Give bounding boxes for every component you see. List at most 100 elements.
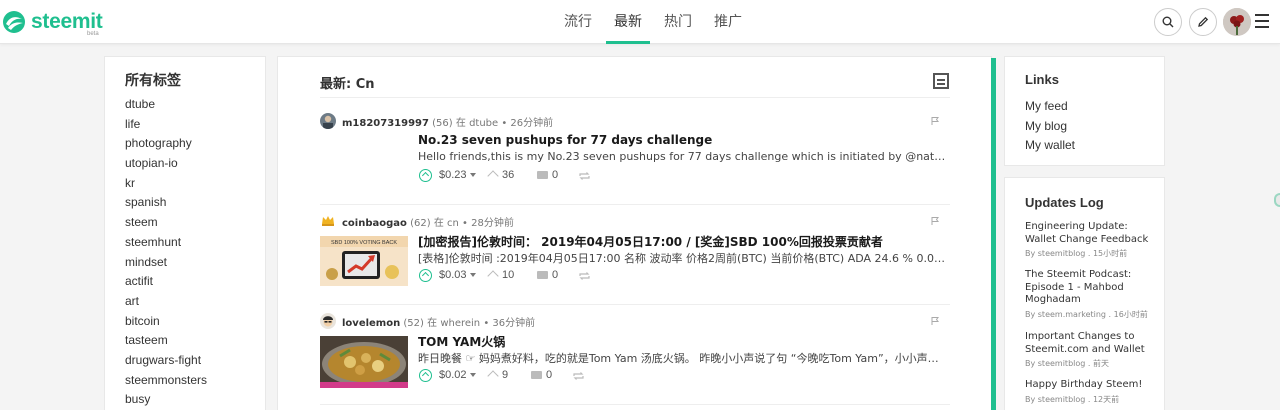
tag-item[interactable]: dtube [125, 95, 207, 115]
update-title[interactable]: Important Changes to Steemit.com and Wal… [1025, 331, 1155, 356]
update-title[interactable]: The Steemit Podcast: Episode 1 - Mahbod … [1025, 269, 1155, 307]
tag-item[interactable]: photography [125, 134, 207, 154]
write-post-button[interactable] [1189, 8, 1217, 36]
comments-count[interactable]: 0 [552, 269, 558, 281]
links-list: My feed My blog My wallet [1025, 97, 1075, 156]
update-item: The Steemit Podcast: Episode 1 - Mahbod … [1025, 269, 1155, 320]
post-title[interactable]: No.23 seven pushups for 77 days challeng… [418, 133, 712, 147]
post-thumbnail[interactable]: SBD 100% VOTING BACK [320, 236, 408, 286]
payout-value: $0.03 [439, 269, 467, 281]
hamburger-menu-icon[interactable] [1255, 14, 1269, 28]
comments-count[interactable]: 0 [546, 369, 552, 381]
tag-item[interactable]: tasteem [125, 331, 207, 351]
search-button[interactable] [1154, 8, 1182, 36]
comment-icon[interactable] [537, 171, 548, 179]
votes-count[interactable]: 9 [502, 369, 508, 381]
post-item: m18207319997 (56) 在 dtube • 26分钟前 No.23 … [320, 109, 950, 205]
tag-item[interactable]: kr [125, 174, 207, 194]
post-meta: coinbaogao (62) 在 cn • 28分钟前 [342, 214, 514, 229]
nav-hot[interactable]: 热门 [656, 0, 700, 44]
upvote-icon[interactable] [419, 369, 432, 382]
caret-down-icon [469, 273, 476, 278]
in-label: 在 [455, 118, 466, 129]
edge-scroll-handle[interactable] [1274, 193, 1280, 207]
post-title[interactable]: [加密报告]伦敦时间： 2019年04月05日17:00 / [奖金]SBD 1… [418, 233, 883, 250]
beta-label: beta [87, 31, 99, 37]
reblog-icon[interactable] [573, 371, 584, 381]
reblog-icon[interactable] [579, 271, 590, 281]
author-reputation: (52) [403, 318, 424, 329]
tag-item[interactable]: steemmonsters [125, 371, 207, 391]
post-category[interactable]: cn [447, 218, 459, 229]
upvote-icon[interactable] [419, 169, 432, 182]
flag-icon[interactable] [930, 216, 940, 226]
pencil-icon [1198, 16, 1209, 27]
tag-item[interactable]: bitcoin [125, 312, 207, 332]
author-name[interactable]: lovelemon [342, 318, 400, 329]
tag-item[interactable]: utopian-io [125, 154, 207, 174]
comments-count[interactable]: 0 [552, 169, 558, 181]
tags-sidebar: 所有标签 dtube life photography utopian-io k… [104, 56, 266, 410]
update-meta: By steemitblog . 15小时前 [1025, 249, 1128, 258]
author-avatar[interactable] [320, 213, 336, 229]
thumbnail-image: SBD 100% VOTING BACK [320, 236, 408, 286]
tag-item[interactable]: spanish [125, 193, 207, 213]
update-item: Important Changes to Steemit.com and Wal… [1025, 331, 1155, 369]
post-age: • 26分钟前 [501, 118, 554, 129]
upvote-icon[interactable] [419, 269, 432, 282]
author-name[interactable]: coinbaogao [342, 218, 407, 229]
post-thumbnail[interactable] [320, 336, 408, 388]
post-title[interactable]: TOM YAM火锅 [418, 333, 505, 350]
votes-icon [487, 370, 499, 382]
nav-trending[interactable]: 流行 [556, 0, 600, 44]
post-summary[interactable]: 昨日晚餐 ☞ 妈妈煮好料，吃的就是Tom Yam 汤底火锅。 昨晚小小声说了句 … [418, 350, 946, 366]
tag-item[interactable]: actifit [125, 272, 207, 292]
author-reputation: (56) [432, 118, 453, 129]
post-summary[interactable]: [表格]伦敦时间 :2019年04月05日17:00 名称 波动率 价格2周前(… [418, 250, 946, 266]
tag-item[interactable]: steemhunt [125, 233, 207, 253]
flag-icon[interactable] [930, 116, 940, 126]
payout-dropdown[interactable]: $0.03 [439, 269, 476, 281]
steemit-logo[interactable]: steemit beta [0, 8, 110, 38]
payout-dropdown[interactable]: $0.23 [439, 169, 476, 181]
comment-icon[interactable] [537, 271, 548, 279]
post-summary[interactable]: Hello friends,this is my No.23 seven pus… [418, 150, 946, 163]
tag-item[interactable]: mindset [125, 253, 207, 273]
update-title[interactable]: Engineering Update: Wallet Change Feedba… [1025, 221, 1155, 246]
comment-icon[interactable] [531, 371, 542, 379]
post-meta: lovelemon (52) 在 wherein • 36分钟前 [342, 314, 535, 329]
tag-item[interactable]: busy [125, 390, 207, 410]
tag-item[interactable]: life [125, 115, 207, 135]
in-label: 在 [433, 218, 444, 229]
author-avatar[interactable] [320, 313, 336, 329]
feed-panel: 最新: Cn m18207319997 (56) 在 dtube • 26分钟前… [277, 56, 992, 410]
votes-count[interactable]: 36 [502, 169, 514, 181]
author-avatar[interactable] [320, 113, 336, 129]
votes-count[interactable]: 10 [502, 269, 514, 281]
user-avatar[interactable] [1223, 8, 1251, 36]
update-item: Engineering Update: Wallet Change Feedba… [1025, 221, 1155, 259]
post-meta: m18207319997 (56) 在 dtube • 26分钟前 [342, 114, 553, 129]
tag-item[interactable]: steem [125, 213, 207, 233]
layout-toggle-icon[interactable] [933, 73, 949, 89]
nav-promoted[interactable]: 推广 [706, 0, 750, 44]
post-category[interactable]: wherein [440, 318, 480, 329]
tag-item[interactable]: drugwars-fight [125, 351, 207, 371]
tags-title: 所有标签 [125, 73, 181, 89]
payout-dropdown[interactable]: $0.02 [439, 369, 476, 381]
link-my-wallet[interactable]: My wallet [1025, 136, 1075, 156]
link-my-blog[interactable]: My blog [1025, 117, 1075, 137]
in-label: 在 [427, 318, 438, 329]
link-my-feed[interactable]: My feed [1025, 97, 1075, 117]
update-meta: By steemitblog . 12天前 [1025, 394, 1120, 404]
tag-list: dtube life photography utopian-io kr spa… [125, 95, 207, 410]
update-title[interactable]: Happy Birthday Steem! [1025, 379, 1155, 392]
reblog-icon[interactable] [579, 171, 590, 181]
votes-icon [487, 170, 499, 182]
author-name[interactable]: m18207319997 [342, 118, 429, 129]
nav-new[interactable]: 最新 [606, 0, 650, 44]
payout-value: $0.23 [439, 169, 467, 181]
tag-item[interactable]: art [125, 292, 207, 312]
post-category[interactable]: dtube [469, 118, 498, 129]
flag-icon[interactable] [930, 316, 940, 326]
